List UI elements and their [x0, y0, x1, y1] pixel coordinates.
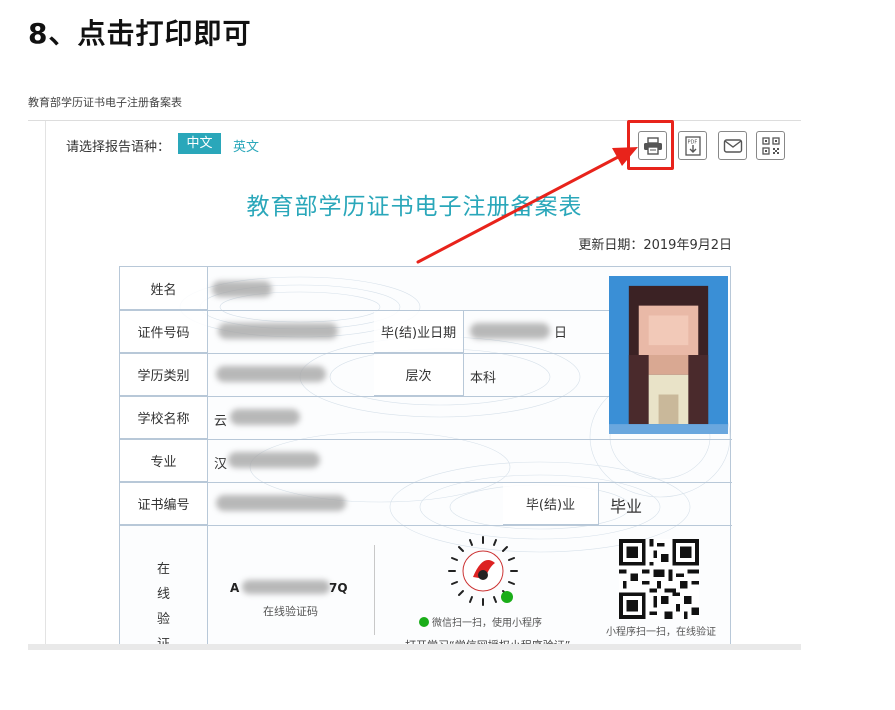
- email-button[interactable]: [718, 131, 747, 160]
- mini-program-code[interactable]: [445, 533, 521, 609]
- id-number-label: 证件号码: [120, 310, 208, 353]
- header-divider: [28, 120, 801, 121]
- graduation-status-label: 毕(结)业: [503, 482, 599, 525]
- id-number-value-blurred: [218, 323, 338, 339]
- education-type-label: 学历类别: [120, 353, 208, 396]
- certificate-number-label: 证书编号: [120, 482, 208, 525]
- screenshot-frame: 教育部学历证书电子注册备案表 请选择报告语种： 中文 英文 PDF 教育部学历证…: [28, 92, 801, 650]
- verify-char: 线: [156, 587, 170, 602]
- row-line: [120, 310, 609, 311]
- bottom-scrollbar[interactable]: [28, 644, 801, 650]
- pdf-download-icon: PDF: [684, 135, 702, 156]
- svg-text:PDF: PDF: [687, 139, 697, 145]
- wechat-icon: [419, 616, 429, 627]
- print-highlight-box: [627, 120, 674, 170]
- graduation-status-value: 毕业: [610, 497, 643, 516]
- verify-code-prefix: A: [230, 581, 240, 595]
- verify-qrcode[interactable]: [619, 539, 699, 619]
- row-line: [120, 439, 732, 440]
- name-label: 姓名: [120, 267, 208, 310]
- verify-char: 验: [156, 612, 170, 627]
- registration-form: 姓名 证件号码 毕(结)业日期 日 学历类别 层次 本科 学校名称 云 专业 汉…: [119, 266, 732, 650]
- graduation-date-label: 毕(结)业日期: [374, 310, 464, 353]
- name-value-blurred: [212, 281, 272, 297]
- school-value-blurred: [230, 409, 300, 425]
- row-line: [120, 353, 609, 354]
- verify-code-caption: 在线验证码: [263, 605, 318, 618]
- row-line: [120, 396, 609, 397]
- verify-code-blurred: [242, 580, 330, 594]
- major-value-blurred: [228, 452, 320, 468]
- language-chinese-button[interactable]: 中文: [178, 133, 221, 154]
- step-title: 8、点击打印即可: [28, 17, 252, 50]
- major-prefix: 汉: [214, 457, 228, 472]
- qrcode-note: 小程序扫一扫，在线验证: [606, 627, 716, 638]
- language-english-link[interactable]: 英文: [233, 136, 259, 155]
- language-label: 请选择报告语种：: [66, 140, 171, 155]
- row-line: [120, 525, 732, 526]
- mail-icon: [723, 138, 743, 154]
- graduation-date-value-blurred: [470, 323, 550, 339]
- qrcode-button[interactable]: [756, 131, 785, 160]
- update-date: 更新日期：2019年9月2日: [578, 238, 732, 253]
- school-label: 学校名称: [120, 396, 208, 439]
- online-verify-label: 在 线 验 证: [120, 525, 208, 650]
- row-line: [120, 482, 732, 483]
- verify-code-suffix: 7Q: [329, 581, 348, 595]
- certificate-number-value-blurred: [216, 495, 346, 511]
- level-value: 本科: [470, 371, 497, 386]
- report-title: 教育部学历证书电子注册备案表: [246, 194, 583, 220]
- verify-divider: [374, 545, 375, 635]
- wechat-note-text: 微信扫一扫，使用小程序: [432, 618, 542, 629]
- student-photo-pixelated: [609, 276, 728, 434]
- page-title: 教育部学历证书电子注册备案表: [28, 96, 182, 109]
- school-prefix: 云: [214, 414, 228, 429]
- education-type-value-blurred: [216, 366, 326, 382]
- pdf-download-button[interactable]: PDF: [678, 131, 707, 160]
- graduation-date-suffix: 日: [554, 326, 568, 341]
- verify-char: 在: [156, 562, 170, 577]
- level-label: 层次: [374, 353, 464, 396]
- qrcode-icon: [761, 136, 780, 155]
- major-label: 专业: [120, 439, 208, 482]
- wechat-note: 微信扫一扫，使用小程序: [419, 614, 542, 629]
